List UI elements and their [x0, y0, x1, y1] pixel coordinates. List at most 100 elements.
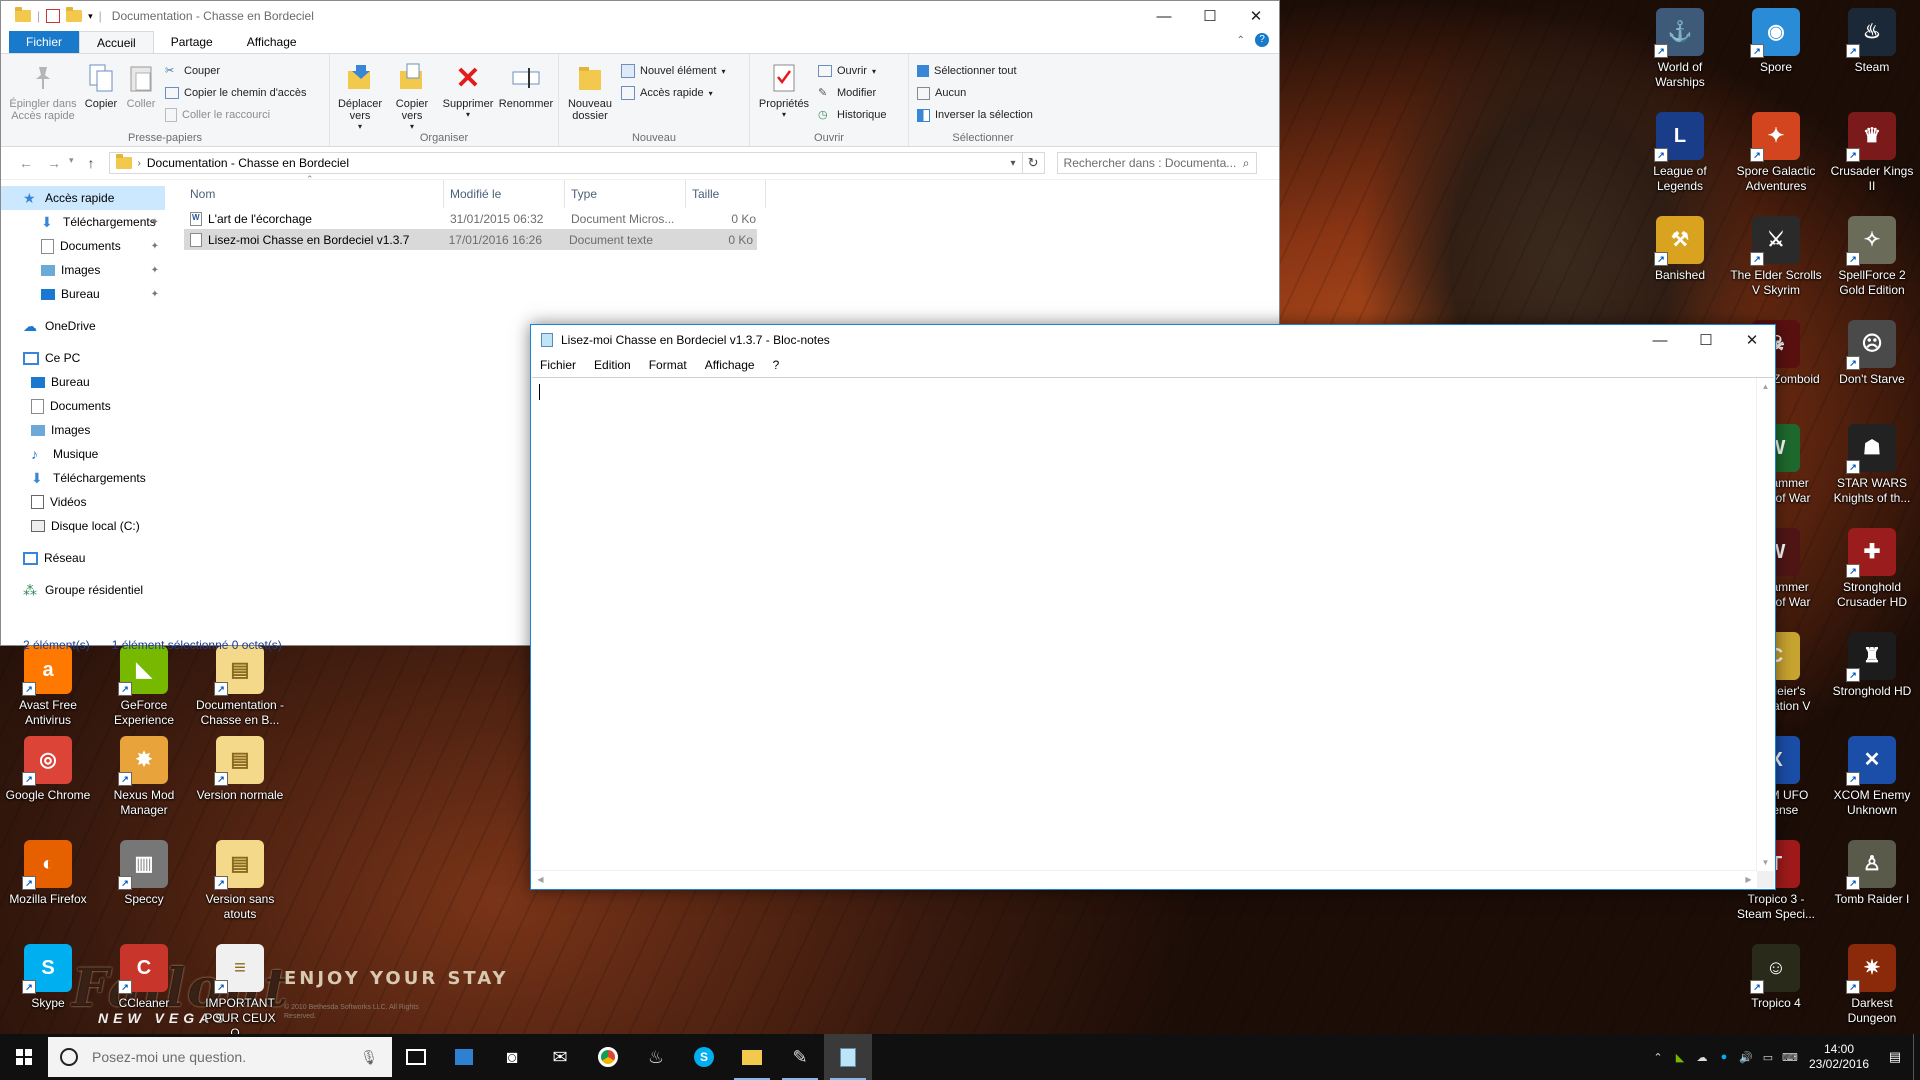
- nvidia-tray-icon[interactable]: ◣: [1669, 1051, 1691, 1064]
- desktop-shortcut[interactable]: ♙ ↗ Tomb Raider I: [1826, 840, 1918, 907]
- desktop-shortcut[interactable]: ♜ ↗ Stronghold HD: [1826, 632, 1918, 699]
- nav-pc-videos[interactable]: Vidéos: [1, 490, 167, 514]
- taskbar-camera[interactable]: ◙: [488, 1034, 536, 1080]
- nav-pc-desktop[interactable]: Bureau: [1, 370, 167, 394]
- desktop-shortcut[interactable]: ◐ ↗ Mozilla Firefox: [2, 840, 94, 907]
- up-arrow-icon[interactable]: ↑: [88, 155, 95, 171]
- maximize-icon[interactable]: ☐: [1187, 1, 1233, 31]
- desktop-shortcut[interactable]: ♨ ↗ Steam: [1826, 8, 1918, 75]
- maximize-icon[interactable]: ☐: [1683, 325, 1729, 355]
- menu-file[interactable]: Fichier: [531, 358, 585, 372]
- desktop-shortcut[interactable]: ⚒ ↗ Banished: [1634, 216, 1726, 283]
- new-item-button[interactable]: Nouvel élément ▾: [621, 62, 725, 80]
- tab-file[interactable]: Fichier: [9, 31, 80, 53]
- nav-pc-disk[interactable]: Disque local (C:): [1, 514, 167, 538]
- nav-onedrive[interactable]: ☁ OneDrive: [1, 314, 167, 338]
- taskbar-mail[interactable]: ✉: [536, 1034, 584, 1080]
- back-arrow-icon[interactable]: ←: [19, 155, 33, 171]
- notepad-text-area[interactable]: ▲ ▼ ◀ ▶: [532, 377, 1774, 888]
- open-button[interactable]: Ouvrir ▾: [818, 62, 887, 80]
- close-icon[interactable]: ✕: [1233, 1, 1279, 31]
- nav-pc-images[interactable]: Images: [1, 418, 167, 442]
- scroll-left-icon[interactable]: ◀: [532, 871, 549, 888]
- desktop-shortcut[interactable]: ♛ ↗ Crusader Kings II: [1826, 112, 1918, 194]
- desktop-shortcut[interactable]: C ↗ CCleaner: [98, 944, 190, 1011]
- nav-qa-downloads[interactable]: ⬇ Téléchargements ✦: [1, 210, 167, 234]
- desktop-shortcut[interactable]: ▤ ↗ Documentation - Chasse en B...: [194, 646, 286, 728]
- desktop-shortcut[interactable]: ◣ ↗ GeForce Experience: [98, 646, 190, 728]
- easy-access-button[interactable]: Accès rapide ▾: [621, 84, 725, 102]
- desktop-shortcut[interactable]: ✧ ↗ SpellForce 2 Gold Edition: [1826, 216, 1918, 298]
- address-bar[interactable]: › Documentation - Chasse en Bordeciel ▾: [108, 152, 1023, 174]
- recent-locations-icon[interactable]: ▾: [69, 155, 74, 171]
- desktop-shortcut[interactable]: ✕ ↗ XCOM Enemy Unknown: [1826, 736, 1918, 818]
- nav-homegroup[interactable]: ⁂ Groupe résidentiel: [1, 578, 167, 602]
- desktop-shortcut[interactable]: ✚ ↗ Stronghold Crusader HD: [1826, 528, 1918, 610]
- menu-help[interactable]: ?: [764, 358, 789, 372]
- start-button[interactable]: [0, 1034, 48, 1080]
- menu-view[interactable]: Affichage: [696, 358, 764, 372]
- size-grip[interactable]: [1757, 871, 1774, 888]
- scroll-right-icon[interactable]: ▶: [1740, 871, 1757, 888]
- help-icon[interactable]: ?: [1255, 33, 1269, 47]
- onedrive-tray-icon[interactable]: ☁: [1691, 1051, 1713, 1064]
- desktop-shortcut[interactable]: ✦ ↗ Spore Galactic Adventures: [1730, 112, 1822, 194]
- minimize-icon[interactable]: —: [1637, 325, 1683, 355]
- taskbar-notepad[interactable]: [824, 1034, 872, 1080]
- scroll-down-icon[interactable]: ▼: [1757, 854, 1774, 871]
- minimize-icon[interactable]: —: [1141, 1, 1187, 31]
- taskbar-file-explorer[interactable]: [728, 1034, 776, 1080]
- menu-format[interactable]: Format: [640, 358, 696, 372]
- explorer-titlebar[interactable]: | ▾ | Documentation - Chasse en Bordecie…: [1, 1, 1279, 31]
- cut-button[interactable]: ✂ Couper: [165, 62, 307, 80]
- desktop-shortcut[interactable]: ☹ ↗ Don't Starve: [1826, 320, 1918, 387]
- nav-qa-images[interactable]: Images ✦: [1, 258, 167, 282]
- action-center-icon[interactable]: ▤: [1877, 1049, 1913, 1065]
- collapse-ribbon-icon[interactable]: ⌃: [1237, 35, 1245, 46]
- refresh-icon[interactable]: ↻: [1022, 152, 1045, 174]
- close-icon[interactable]: ✕: [1729, 325, 1775, 355]
- desktop-shortcut[interactable]: a ↗ Avast Free Antivirus: [2, 646, 94, 728]
- column-modified[interactable]: Modifié le: [444, 180, 565, 208]
- nav-pc-downloads[interactable]: ⬇ Téléchargements: [1, 466, 167, 490]
- new-folder-qat-icon[interactable]: [66, 7, 83, 22]
- desktop-shortcut[interactable]: ≡ ↗ IMPORTANT POUR CEUX Q...: [194, 944, 286, 1041]
- nav-qa-desktop[interactable]: Bureau ✦: [1, 282, 167, 306]
- nav-pc-music[interactable]: ♪ Musique: [1, 442, 167, 466]
- taskbar-paint[interactable]: ✎: [776, 1034, 824, 1080]
- file-row-selected[interactable]: Lisez-moi Chasse en Bordeciel v1.3.7 17/…: [184, 229, 757, 250]
- file-row[interactable]: L'art de l'écorchage 31/01/2015 06:32 Do…: [184, 208, 1279, 229]
- nav-quick-access[interactable]: ★ Accès rapide: [1, 186, 165, 210]
- nav-network[interactable]: Réseau: [1, 546, 167, 570]
- notepad-titlebar[interactable]: Lisez-moi Chasse en Bordeciel v1.3.7 - B…: [531, 325, 1775, 355]
- desktop-shortcut[interactable]: ✷ ↗ Darkest Dungeon: [1826, 944, 1918, 1026]
- network-tray-icon[interactable]: ▭: [1757, 1051, 1779, 1064]
- nav-qa-documents[interactable]: Documents ✦: [1, 234, 167, 258]
- nav-this-pc[interactable]: Ce PC: [1, 346, 167, 370]
- desktop-shortcut[interactable]: ☗ ↗ STAR WARS Knights of th...: [1826, 424, 1918, 506]
- select-none-button[interactable]: Aucun: [917, 84, 1033, 102]
- desktop-shortcut[interactable]: ◎ ↗ Google Chrome: [2, 736, 94, 803]
- skype-tray-icon[interactable]: ●: [1713, 1051, 1735, 1063]
- menu-edit[interactable]: Edition: [585, 358, 640, 372]
- tab-home[interactable]: Accueil: [79, 31, 154, 53]
- column-size[interactable]: Taille: [686, 180, 766, 208]
- properties-qat-icon[interactable]: [46, 9, 61, 23]
- microphone-icon[interactable]: 🎙: [360, 1049, 378, 1066]
- history-button[interactable]: ◷ Historique: [818, 106, 887, 124]
- forward-arrow-icon[interactable]: →: [47, 155, 61, 171]
- notepad-window[interactable]: Lisez-moi Chasse en Bordeciel v1.3.7 - B…: [530, 324, 1776, 890]
- breadcrumb-chevron-icon[interactable]: ›: [138, 158, 141, 169]
- tab-share[interactable]: Partage: [154, 31, 230, 53]
- volume-icon[interactable]: 🔊: [1735, 1051, 1757, 1064]
- desktop-shortcut[interactable]: ⚔ ↗ The Elder Scrolls V Skyrim: [1730, 216, 1822, 298]
- breadcrumb[interactable]: Documentation - Chasse en Bordeciel: [147, 156, 349, 170]
- desktop-shortcut[interactable]: L ↗ League of Legends: [1634, 112, 1726, 194]
- desktop-shortcut[interactable]: ✸ ↗ Nexus Mod Manager: [98, 736, 190, 818]
- horizontal-scrollbar[interactable]: ◀ ▶: [532, 870, 1757, 888]
- clock[interactable]: 14:00 23/02/2016: [1801, 1042, 1877, 1072]
- qat-dropdown-icon[interactable]: ▾: [88, 11, 93, 22]
- show-desktop-button[interactable]: [1913, 1034, 1920, 1080]
- tab-view[interactable]: Affichage: [230, 31, 314, 53]
- scroll-up-icon[interactable]: ▲: [1757, 378, 1774, 395]
